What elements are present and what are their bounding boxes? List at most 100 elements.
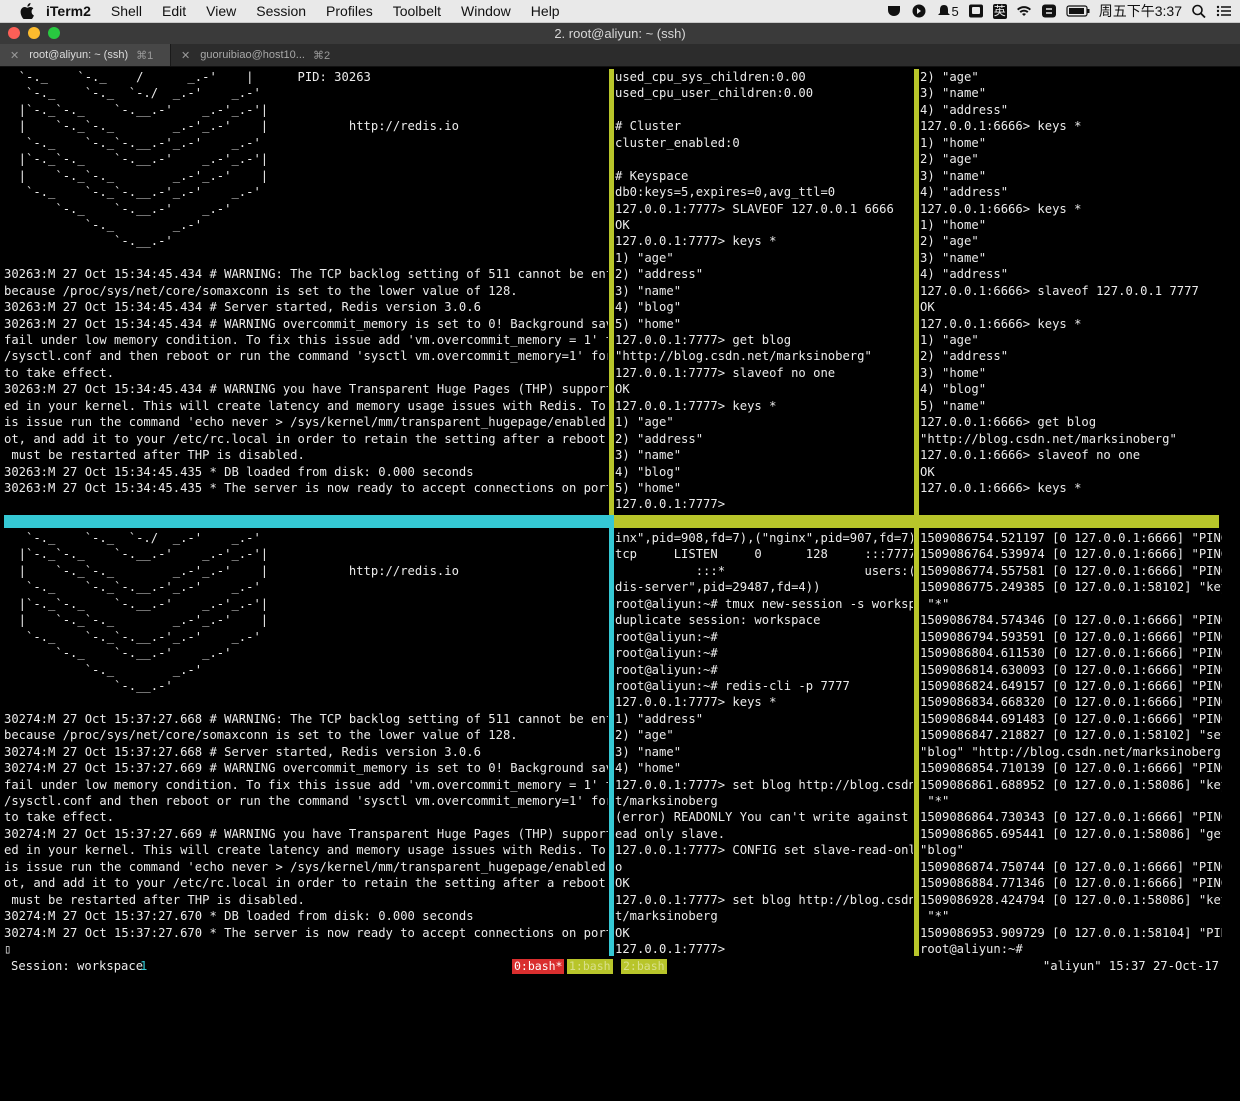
window-2-bash[interactable]: 2:bash [621,959,667,974]
pane-bottom-right[interactable]: 1509086754.521197 [0 127.0.0.1:6666] "PI… [920,530,1222,956]
terminal-line: |`-._`-._ `-.__.-' _.-'_.-'| [4,102,269,117]
keyboard-icon[interactable] [968,4,984,18]
terminal-line: 2) "address" [920,349,1009,364]
terminal-line: root@aliyun:~# tmux new-session -s works… [615,596,913,611]
terminal-line: cluster_enabled:0 [615,135,740,150]
terminal-line: 3) "name" [615,283,682,298]
menu-profiles[interactable]: Profiles [326,3,373,19]
notification-badge[interactable]: 5 [936,4,959,19]
terminal-line: ed in your kernel. This will create late… [4,843,608,858]
pane-top-left[interactable]: `-._ `-._ / _.-' | PID: 30263 `-._ `-._ … [4,69,608,515]
terminal-line: "*" [920,596,950,611]
terminal-line: 1509086794.593591 [0 127.0.0.1:6666] "PI… [920,629,1222,644]
sync-icon[interactable] [1041,4,1057,18]
terminal-line: # Keyspace [615,168,689,183]
pane-divider-horizontal-right[interactable] [614,515,1219,528]
menu-shell[interactable]: Shell [111,3,142,19]
menu-help[interactable]: Help [531,3,560,19]
pane-bottom-left[interactable]: `-._ `-._ `-./ _.-' _.-' |`-._`-._ `-.__… [4,530,608,956]
menu-clock[interactable]: 周五下午3:37 [1099,1,1182,21]
tab-bar: ✕ root@aliyun: ~ (ssh) ⌘1 ✕ guoruibiao@h… [0,44,1240,67]
pane-divider-left-top[interactable] [609,69,614,515]
close-tab-icon[interactable]: ✕ [10,49,19,62]
terminal-line: fail under low memory condition. To fix … [4,777,608,792]
terminal-line: 3) "name" [920,168,987,183]
pane-divider-right-top[interactable] [914,69,919,515]
notification-center-icon[interactable] [1216,4,1232,18]
terminal-line: `-._ `-._`-.__.-'_.-' _.-' [4,185,261,200]
battery-icon[interactable] [1066,4,1090,18]
tab-1[interactable]: ✕ root@aliyun: ~ (ssh) ⌘1 [0,44,170,66]
tab-label: guoruibiao@host10... [200,49,305,61]
tab-label: root@aliyun: ~ (ssh) [29,49,129,61]
pane-top-right[interactable]: 2) "age" 3) "name" 4) "address" 127.0.0.1:6… [920,69,1222,515]
terminal-line: 1) "address" [615,711,704,726]
terminal-line: 1509086784.574346 [0 127.0.0.1:6666] "PI… [920,613,1222,628]
menu-app-iterm2[interactable]: iTerm2 [46,3,91,19]
pane-top-middle[interactable]: used_cpu_sys_children:0.00 used_cpu_user_… [615,69,913,515]
close-tab-icon[interactable]: ✕ [181,49,190,62]
terminal-line: root@aliyun:~# [615,629,718,644]
badge-count: 5 [951,3,959,19]
terminal-line: 1509086814.630093 [0 127.0.0.1:6666] "PI… [920,662,1222,677]
menu-toolbelt[interactable]: Toolbelt [393,3,441,19]
terminal-line: 1509086847.218827 [0 127.0.0.1:58102] "s… [920,728,1222,743]
terminal-line: `-._ `-.__.-' _.-' [4,201,232,216]
terminal-area[interactable]: `-._ `-._ / _.-' | PID: 30263 `-._ `-._ … [0,67,1240,992]
terminal-line: 4) "address" [920,267,1009,282]
terminal-line: /sysctl.conf and then reboot or run the … [4,349,608,364]
circle-arrow-icon[interactable] [911,4,927,18]
terminal-line: OK [615,382,630,397]
menu-view[interactable]: View [206,3,236,19]
terminal-line: "*" [920,909,950,924]
pane-divider-left-bottom[interactable] [609,528,614,956]
terminal-line: 127.0.0.1:7777> keys * [615,398,777,413]
terminal-line: because /proc/sys/net/core/somaxconn is … [4,283,518,298]
pane-divider-right-bottom[interactable] [914,528,919,956]
terminal-line: OK [920,300,935,315]
terminal-line: "http://blog.csdn.net/marksinoberg" [615,349,872,364]
tab-2[interactable]: ✕ guoruibiao@host10... ⌘2 [170,44,340,66]
terminal-line: 3) "name" [615,448,682,463]
terminal-line: 1509086865.695441 [0 127.0.0.1:58086] "g… [920,826,1222,841]
terminal-line: 5) "home" [615,480,682,495]
terminal-line: `-._ `-._`-.__.-'_.-' _.-' [4,135,261,150]
terminal-line: 3) "name" [920,86,987,101]
search-icon[interactable] [1191,4,1207,18]
terminal-line: 127.0.0.1:6666> keys * [920,119,1082,134]
input-method-indicator[interactable]: 英 [992,3,1007,19]
bell-icon [937,5,950,15]
menu-edit[interactable]: Edit [162,3,186,19]
session-label: Session: workspace [11,959,144,973]
window-1-bash[interactable]: 1:bash [567,959,613,974]
terminal-line: 1509086884.771346 [0 127.0.0.1:6666] "PI… [920,876,1222,891]
terminal-line: 4) "blog" [615,300,682,315]
terminal-line: must be restarted after THP is disabled. [4,448,305,463]
terminal-line: `-._ `-._ `-./ _.-' _.-' [4,86,261,101]
pane-divider-horizontal-left[interactable] [4,515,614,528]
terminal-line: `-._ `-._ / _.-' | PID: 30263 [4,70,371,84]
terminal-line: `-._ `-._`-.__.-'_.-' _.-' [4,629,261,644]
terminal-line: 127.0.0.1:7777> keys * [615,695,777,710]
terminal-line: 1509086844.691483 [0 127.0.0.1:6666] "PI… [920,711,1222,726]
terminal-line: 2) "age" [920,70,979,84]
terminal-line: `-._ `-.__.-' _.-' [4,646,232,661]
terminal-line: | `-._`-._ _.-'_.-' | http://redis.io [4,119,459,134]
terminal-line: 2) "age" [920,152,979,167]
terminal-line: 4) "address" [920,102,1009,117]
window-0-bash[interactable]: 0:bash* [512,959,565,974]
terminal-line: OK [615,217,630,232]
apple-icon[interactable] [20,3,34,19]
terminal-line: OK [920,464,935,479]
menu-window[interactable]: Window [461,3,511,19]
menu-session[interactable]: Session [256,3,306,19]
app-status-icon[interactable] [886,4,902,18]
terminal-line: to take effect. [4,365,115,380]
wifi-icon[interactable] [1016,4,1032,18]
terminal-line: 1509086861.688952 [0 127.0.0.1:58086] "k… [920,777,1222,792]
terminal-line: because /proc/sys/net/core/somaxconn is … [4,728,518,743]
pane-bottom-middle[interactable]: inx",pid=908,fd=7),("nginx",pid=907,fd=7… [615,530,913,956]
